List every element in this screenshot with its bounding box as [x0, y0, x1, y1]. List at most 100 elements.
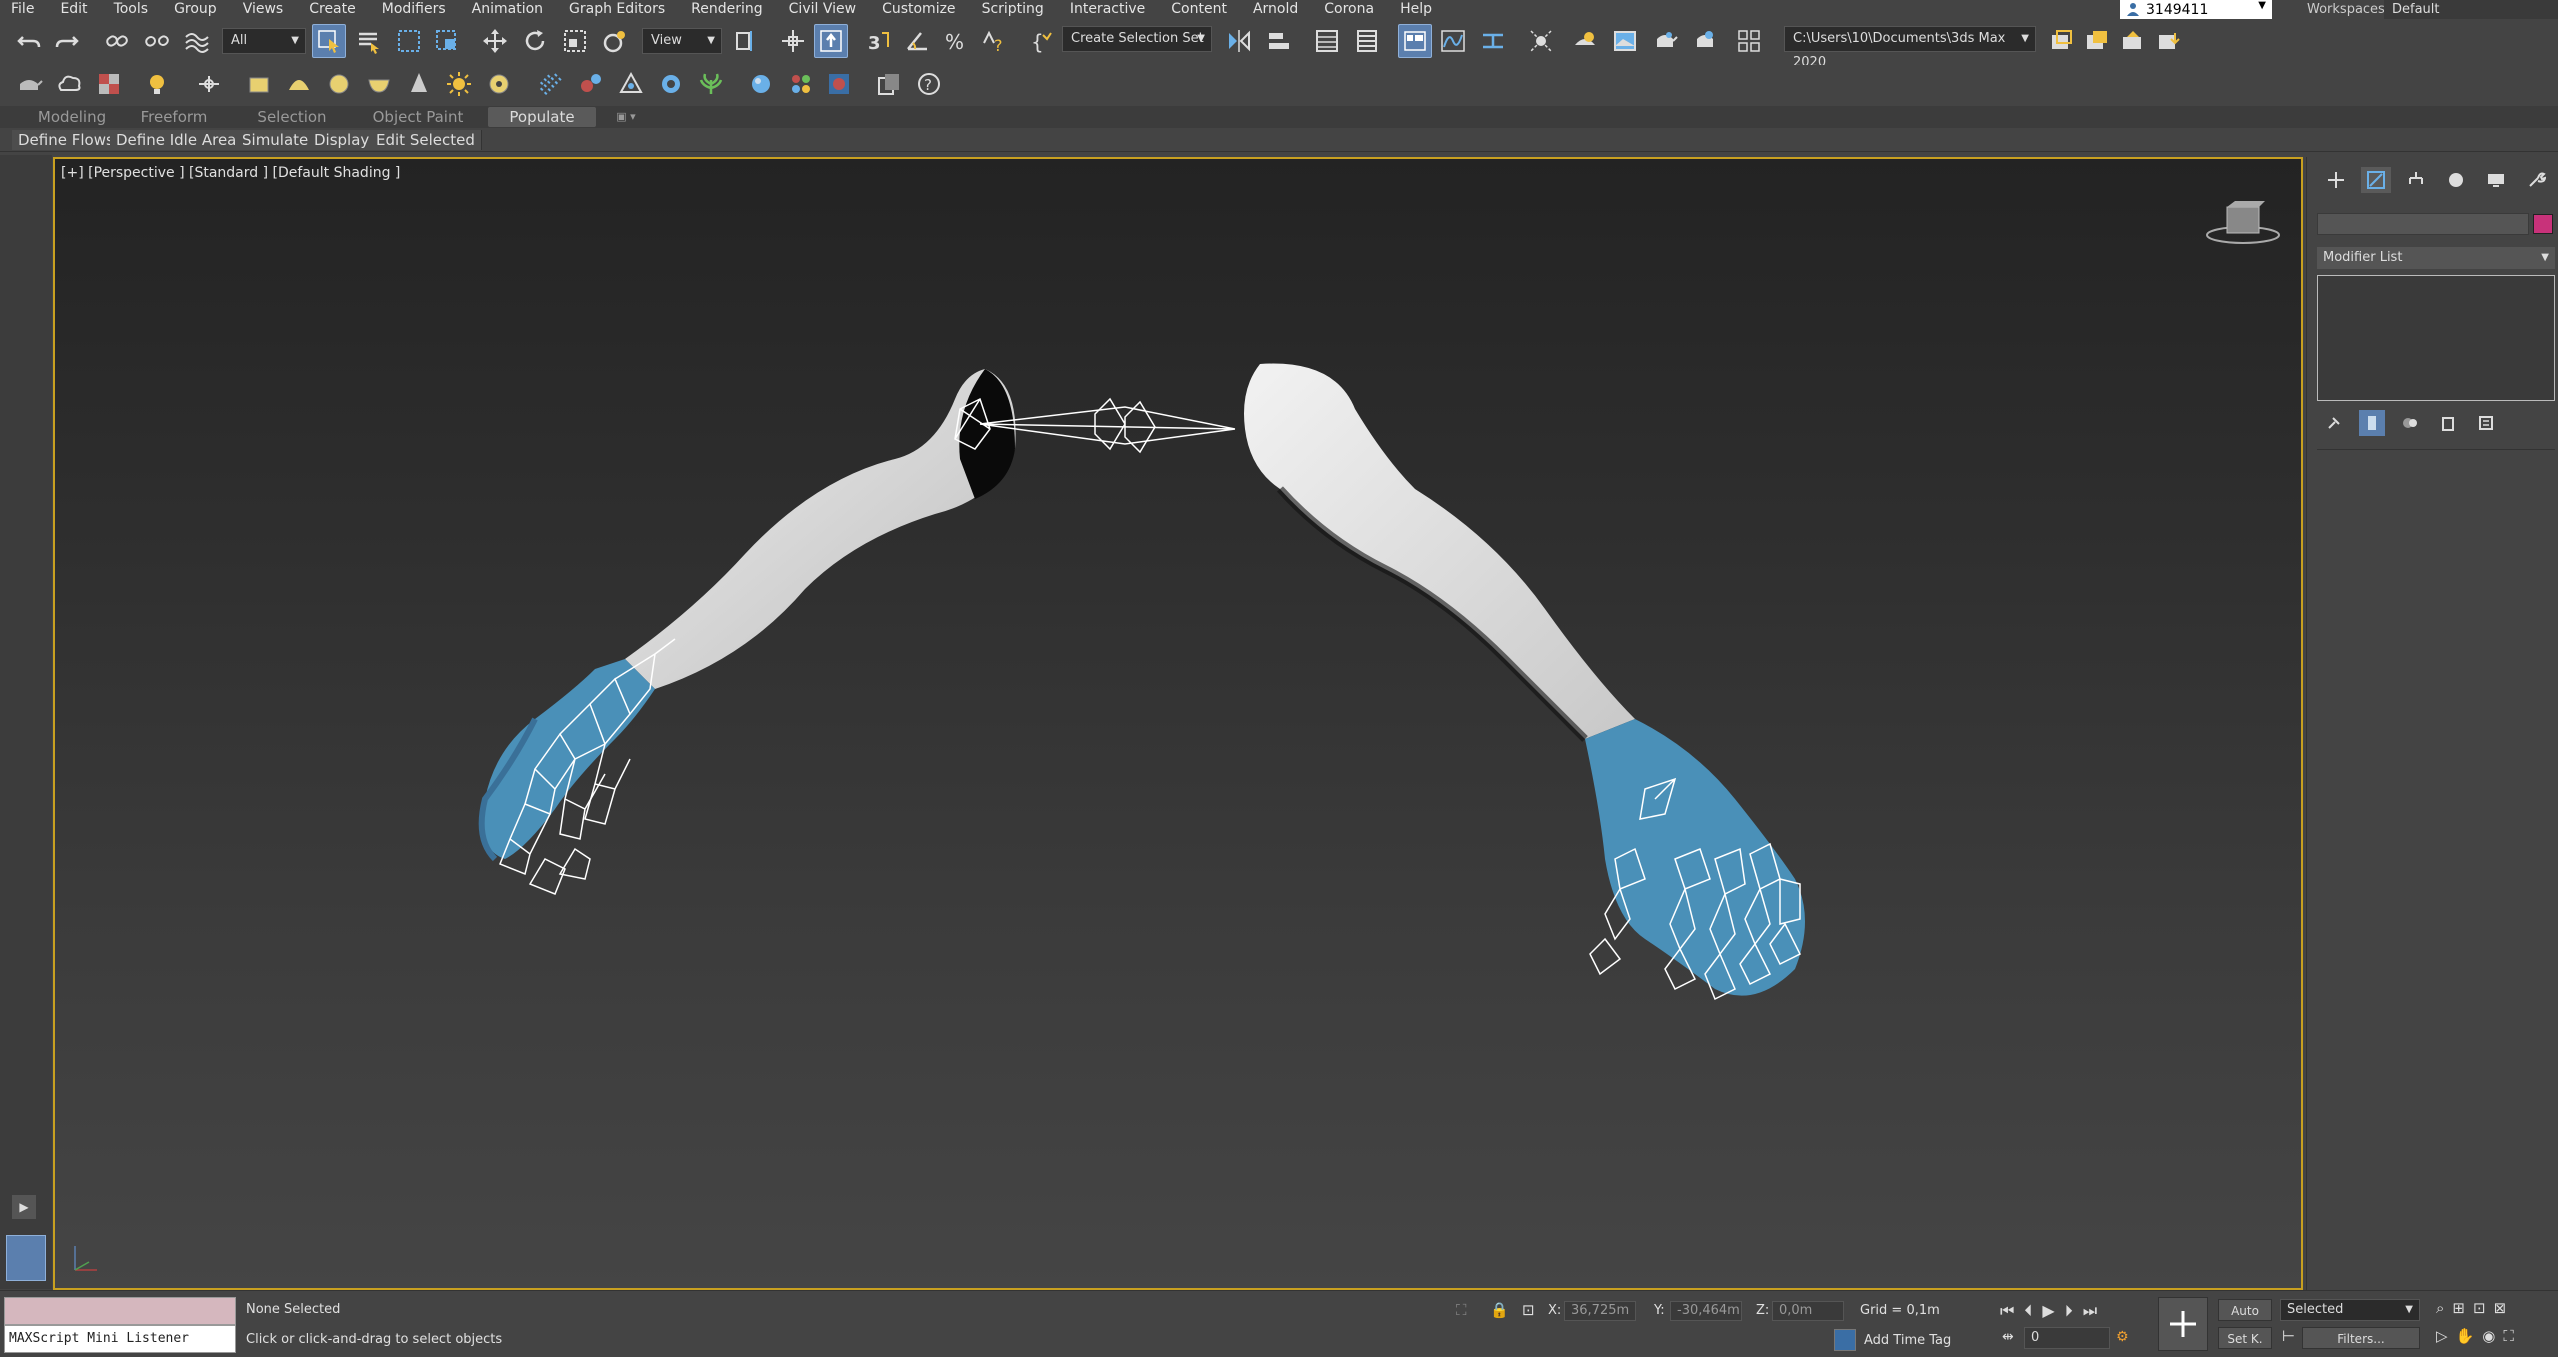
rotate-button[interactable]	[518, 24, 552, 58]
curve-editor-button[interactable]	[1436, 24, 1470, 58]
zoom-extents-all-icon[interactable]: ⊠	[2494, 1299, 2507, 1317]
set-project-folder-button[interactable]	[2080, 24, 2114, 58]
render-in-cloud-button[interactable]	[1732, 24, 1766, 58]
snaps-toggle-button[interactable]: 3	[862, 24, 896, 58]
lock-icon[interactable]: 🔒	[1490, 1301, 1509, 1319]
mirror-button[interactable]	[1222, 24, 1256, 58]
menu-arnold[interactable]: Arnold	[1240, 0, 1311, 19]
show-end-result-button[interactable]	[2359, 410, 2385, 436]
edit-named-selection-button[interactable]: {	[1024, 24, 1058, 58]
menu-civil-view[interactable]: Civil View	[776, 0, 869, 19]
menu-scripting[interactable]: Scripting	[969, 0, 1057, 19]
absolute-mode-icon[interactable]: ⊡	[1522, 1301, 1535, 1319]
create-hemisphere-button[interactable]	[282, 67, 316, 101]
maxscript-listener[interactable]: MAXScript Mini Listener	[4, 1297, 236, 1355]
render-production-button[interactable]	[1648, 24, 1682, 58]
tab-freeform[interactable]: Freeform	[126, 107, 222, 127]
modifier-stack[interactable]	[2317, 275, 2555, 401]
create-cone-button[interactable]	[402, 67, 436, 101]
key-filters-icon[interactable]: ⊢	[2282, 1327, 2295, 1345]
angle-snap-button[interactable]	[900, 24, 934, 58]
modify-tab[interactable]	[2361, 167, 2391, 193]
set-keys-button[interactable]	[2158, 1297, 2208, 1351]
reference-coordinate-dropdown[interactable]: View ▼	[642, 28, 722, 54]
place-button[interactable]	[598, 24, 632, 58]
ribbon-options-button[interactable]: ▣ ▾	[608, 107, 644, 127]
project-manager-button[interactable]	[2044, 24, 2078, 58]
menu-create[interactable]: Create	[296, 0, 369, 19]
corona-vfb-button[interactable]	[872, 67, 906, 101]
create-box-button[interactable]	[242, 67, 276, 101]
current-frame-field[interactable]: 0	[2024, 1327, 2110, 1349]
object-name-field[interactable]	[2317, 213, 2529, 235]
edit-selected-button[interactable]: Edit Selected	[370, 130, 482, 150]
auto-key-button[interactable]: Auto	[2218, 1299, 2272, 1321]
right-arm-model[interactable]	[1244, 363, 1805, 996]
save-project-button[interactable]	[2152, 24, 2186, 58]
window-crossing-button[interactable]	[430, 24, 464, 58]
undo-button[interactable]	[12, 24, 46, 58]
next-frame-icon[interactable]: ⏵	[2065, 1301, 2073, 1321]
create-dolly-button[interactable]	[192, 67, 226, 101]
perspective-viewport[interactable]: [+] [Perspective ] [Standard ] [Default …	[53, 157, 2303, 1290]
menu-interactive[interactable]: Interactive	[1057, 0, 1158, 19]
define-flows-button[interactable]: Define Flows	[12, 130, 121, 150]
slate-material-button[interactable]	[784, 67, 818, 101]
pin-stack-button[interactable]	[2321, 410, 2347, 436]
maximize-viewport-icon[interactable]: ⛶	[2503, 1327, 2514, 1345]
tab-populate[interactable]: Populate	[488, 107, 596, 127]
move-button[interactable]	[478, 24, 512, 58]
menu-modifiers[interactable]: Modifiers	[369, 0, 459, 19]
redo-button[interactable]	[50, 24, 84, 58]
menu-rendering[interactable]: Rendering	[678, 0, 776, 19]
menu-views[interactable]: Views	[230, 0, 297, 19]
select-object-button[interactable]	[312, 24, 346, 58]
expand-layouts-button[interactable]: ▶	[12, 1195, 36, 1219]
percent-snap-button[interactable]: %	[938, 24, 972, 58]
time-tag-icon[interactable]	[1834, 1329, 1856, 1351]
viewport-label[interactable]: [+] [Perspective ] [Standard ] [Default …	[61, 165, 400, 181]
create-sun-button[interactable]	[442, 67, 476, 101]
create-torus-button[interactable]	[482, 67, 516, 101]
spinner-snap-button[interactable]: ?	[976, 24, 1010, 58]
make-unique-button[interactable]	[2397, 410, 2423, 436]
tab-object-paint[interactable]: Object Paint	[362, 107, 474, 127]
menu-group[interactable]: Group	[161, 0, 230, 19]
schematic-view-button[interactable]	[1476, 24, 1510, 58]
scene-canvas[interactable]	[55, 159, 2303, 1290]
user-account-dropdown[interactable]: 3149411 ▼	[2120, 0, 2272, 19]
particle-system-button[interactable]	[534, 67, 568, 101]
link-button[interactable]	[100, 24, 134, 58]
create-plant-button[interactable]	[694, 67, 728, 101]
workspace-select[interactable]: Default	[2384, 0, 2558, 19]
menu-content[interactable]: Content	[1158, 0, 1240, 19]
isolate-selection-icon[interactable]: ⛶	[1456, 1301, 1467, 1319]
selection-filter-dropdown[interactable]: All ▼	[222, 28, 306, 54]
hierarchy-tab[interactable]	[2401, 167, 2431, 193]
zoom-icon[interactable]: ⌕	[2436, 1299, 2444, 1317]
create-teapot-button[interactable]	[12, 67, 46, 101]
key-mode-icon[interactable]: ⇹	[2002, 1329, 2014, 1345]
menu-corona[interactable]: Corona	[1311, 0, 1387, 19]
create-cloud-button[interactable]	[52, 67, 86, 101]
bind-space-warp-button[interactable]	[180, 24, 214, 58]
render-setup-button[interactable]	[1568, 24, 1602, 58]
create-plane-button[interactable]	[92, 67, 126, 101]
material-sphere-button[interactable]	[744, 67, 778, 101]
select-by-name-button[interactable]	[352, 24, 386, 58]
toggle-layer-explorer-button[interactable]	[1350, 24, 1384, 58]
key-filter-dropdown[interactable]: Selected ▼	[2280, 1299, 2420, 1321]
previous-frame-icon[interactable]: ⏴	[2024, 1301, 2032, 1321]
x-coordinate-field[interactable]: 36,725m	[1564, 1301, 1636, 1321]
unlink-button[interactable]	[140, 24, 174, 58]
molecule-button[interactable]	[574, 67, 608, 101]
create-gear-button[interactable]	[654, 67, 688, 101]
rectangular-selection-button[interactable]	[392, 24, 426, 58]
go-to-start-icon[interactable]: ⏮	[2000, 1301, 2014, 1321]
menu-edit[interactable]: Edit	[47, 0, 100, 19]
select-manipulate-button[interactable]	[776, 24, 810, 58]
create-light-button[interactable]	[142, 67, 176, 101]
define-idle-areas-button[interactable]: Define Idle Areas	[110, 130, 252, 150]
display-button[interactable]: Display	[308, 130, 377, 150]
viewport-layout-thumbnail[interactable]	[6, 1235, 46, 1281]
